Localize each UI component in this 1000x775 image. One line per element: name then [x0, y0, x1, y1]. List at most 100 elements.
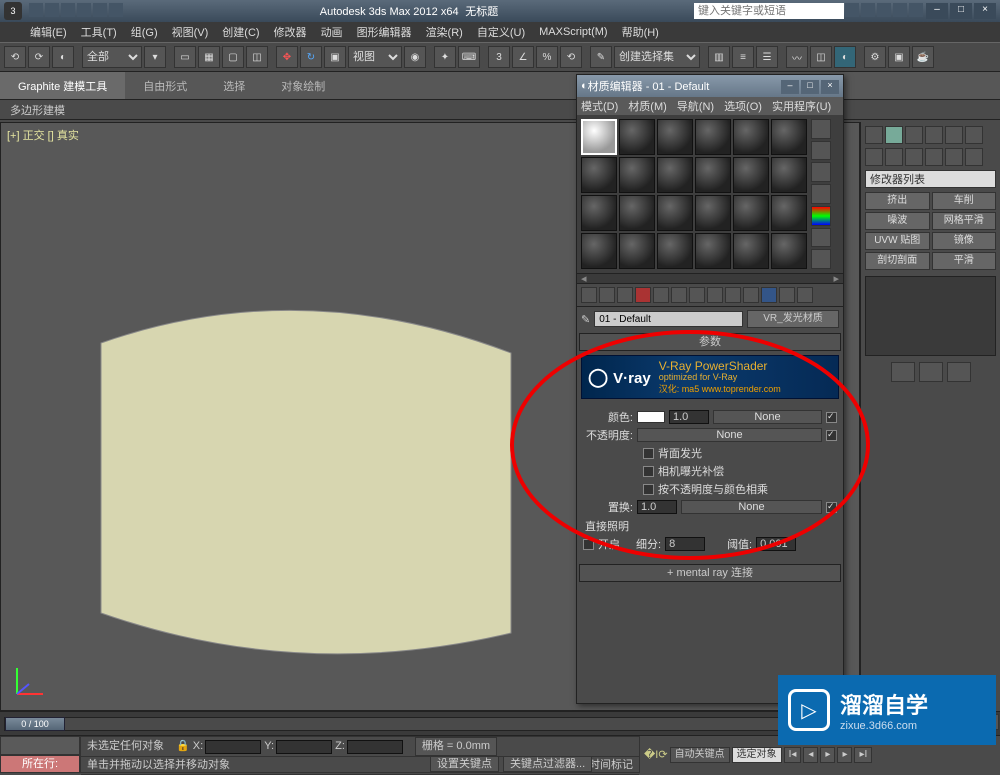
command-panel[interactable]: 修改器列表 挤出车削噪波网格平滑UVW 贴图镜像剖切剖面平滑: [860, 122, 1000, 711]
material-slot[interactable]: [695, 195, 731, 231]
material-slot[interactable]: [657, 195, 693, 231]
material-editor-window[interactable]: ◐ 材质编辑器 - 01 - Default –□× 模式(D)材质(M)导航(…: [576, 74, 844, 704]
material-slot[interactable]: [771, 233, 807, 269]
material-slot[interactable]: [771, 195, 807, 231]
material-map-nav-icon[interactable]: [811, 249, 831, 269]
material-slot[interactable]: [581, 119, 617, 155]
tab-selection[interactable]: 选择: [205, 72, 263, 99]
me-menu-item[interactable]: 材质(M): [628, 98, 667, 114]
show-end-result-icon[interactable]: [743, 287, 759, 303]
material-slot[interactable]: [733, 233, 769, 269]
put-to-scene-icon[interactable]: [599, 287, 615, 303]
menu-item[interactable]: 渲染(R): [426, 24, 463, 40]
maximize-icon[interactable]: □: [801, 80, 819, 94]
material-slot[interactable]: [619, 195, 655, 231]
link-icon[interactable]: ⟲: [4, 46, 26, 68]
put-to-lib-icon[interactable]: [689, 287, 705, 303]
material-slot-grid[interactable]: [581, 119, 807, 269]
material-slot[interactable]: [619, 157, 655, 193]
displace-enable-checkbox[interactable]: [826, 502, 837, 513]
menu-item[interactable]: 图形编辑器: [357, 24, 412, 40]
menu-item[interactable]: MAXScript(M): [539, 26, 607, 38]
displace-spinner[interactable]: 1.0: [637, 500, 677, 514]
motion-tab-icon[interactable]: [925, 126, 943, 144]
color-check-icon[interactable]: [811, 206, 831, 226]
multbyopacity-checkbox[interactable]: [643, 484, 654, 495]
scene-object[interactable]: [91, 283, 521, 683]
modifier-sets[interactable]: [865, 148, 996, 166]
menu-item[interactable]: 创建(C): [222, 24, 259, 40]
material-slot[interactable]: [771, 157, 807, 193]
material-slot[interactable]: [695, 157, 731, 193]
material-toolbar[interactable]: [577, 283, 843, 307]
material-slot[interactable]: [657, 157, 693, 193]
me-menu-item[interactable]: 选项(O): [724, 98, 762, 114]
window-buttons[interactable]: –□×: [924, 3, 996, 19]
color-map-enable-checkbox[interactable]: [826, 412, 837, 423]
go-parent-icon[interactable]: [761, 287, 777, 303]
command-panel-tabs[interactable]: [865, 126, 996, 144]
window-crossing-icon[interactable]: ◫: [246, 46, 268, 68]
material-slot[interactable]: [695, 119, 731, 155]
main-toolbar[interactable]: ⟲ ⟳ ◐ 全部 ▾ ▭ ▦ ▢ ◫ ✥ ↻ ▣ 视图 ◉ ✦ ⌨ 3 ∠ % …: [0, 42, 1000, 72]
menu-item[interactable]: 视图(V): [172, 24, 209, 40]
material-slot-sidebar[interactable]: [811, 119, 831, 269]
modifier-button[interactable]: 平滑: [932, 252, 997, 270]
close-icon[interactable]: ×: [821, 80, 839, 94]
move-icon[interactable]: ✥: [276, 46, 298, 68]
opacity-map-enable-checkbox[interactable]: [826, 430, 837, 441]
curve-editor-icon[interactable]: 〰: [786, 46, 808, 68]
schematic-icon[interactable]: ◫: [810, 46, 832, 68]
tab-paint[interactable]: 对象绘制: [263, 72, 343, 99]
percent-snap-icon[interactable]: %: [536, 46, 558, 68]
material-type-button[interactable]: VR_发光材质: [747, 310, 839, 328]
setkey-button[interactable]: 设置关键点: [430, 756, 499, 772]
menu-item[interactable]: 工具(T): [81, 24, 117, 40]
uv-tile-icon[interactable]: [811, 184, 831, 204]
snap-icon[interactable]: 3: [488, 46, 510, 68]
angle-snap-icon[interactable]: ∠: [512, 46, 534, 68]
x-input[interactable]: [205, 740, 261, 754]
qat[interactable]: [28, 3, 124, 20]
menu-item[interactable]: 动画: [321, 24, 343, 40]
lock-icon[interactable]: 🔒: [176, 738, 190, 755]
keyfilter-button[interactable]: 关键点过滤器...: [503, 756, 592, 772]
material-editor-menu[interactable]: 模式(D)材质(M)导航(N)选项(O)实用程序(U): [577, 97, 843, 115]
get-material-icon[interactable]: [581, 287, 597, 303]
material-editor-icon[interactable]: ◐: [834, 46, 856, 68]
viewport-label[interactable]: [+] 正交 [] 真实: [7, 127, 79, 143]
material-slot[interactable]: [657, 119, 693, 155]
keymode-icon[interactable]: ⌨: [458, 46, 480, 68]
menu-item[interactable]: 帮助(H): [622, 24, 659, 40]
rotate-icon[interactable]: ↻: [300, 46, 322, 68]
unlink-icon[interactable]: ⟳: [28, 46, 50, 68]
modifier-button[interactable]: 噪波: [865, 212, 930, 230]
pivot-icon[interactable]: ◉: [404, 46, 426, 68]
menu-item[interactable]: 编辑(E): [30, 24, 67, 40]
layers-icon[interactable]: ☰: [756, 46, 778, 68]
render-icon[interactable]: ☕: [912, 46, 934, 68]
menu-item[interactable]: 自定义(U): [477, 24, 525, 40]
current-line-button[interactable]: 所在行:: [0, 755, 80, 774]
subdiv-spinner[interactable]: 8: [665, 537, 705, 551]
delete-icon[interactable]: [635, 287, 651, 303]
named-sel-dropdown[interactable]: 创建选择集: [614, 46, 700, 68]
eyedropper-icon[interactable]: ✎: [581, 313, 590, 326]
modifier-button[interactable]: 车削: [932, 192, 997, 210]
opacity-map-button[interactable]: None: [637, 428, 822, 442]
modifier-list-dropdown[interactable]: 修改器列表: [865, 170, 996, 188]
ref-coord-dropdown[interactable]: 视图: [348, 46, 402, 68]
manip-icon[interactable]: ✦: [434, 46, 456, 68]
material-slot[interactable]: [771, 119, 807, 155]
material-editor-titlebar[interactable]: ◐ 材质编辑器 - 01 - Default –□×: [577, 75, 843, 97]
menu-bar[interactable]: 编辑(E)工具(T)组(G)视图(V)创建(C)修改器动画图形编辑器渲染(R)自…: [0, 22, 1000, 42]
ribbon-tabs[interactable]: Graphite 建模工具 自由形式 选择 对象绘制: [0, 72, 1000, 100]
align-icon[interactable]: ≡: [732, 46, 754, 68]
exposure-checkbox[interactable]: [643, 466, 654, 477]
create-tab-icon[interactable]: [865, 126, 883, 144]
me-menu-item[interactable]: 实用程序(U): [772, 98, 831, 114]
assign-icon[interactable]: [617, 287, 633, 303]
minimize-icon[interactable]: –: [781, 80, 799, 94]
edit-named-sel-icon[interactable]: ✎: [590, 46, 612, 68]
utilities-tab-icon[interactable]: [965, 126, 983, 144]
